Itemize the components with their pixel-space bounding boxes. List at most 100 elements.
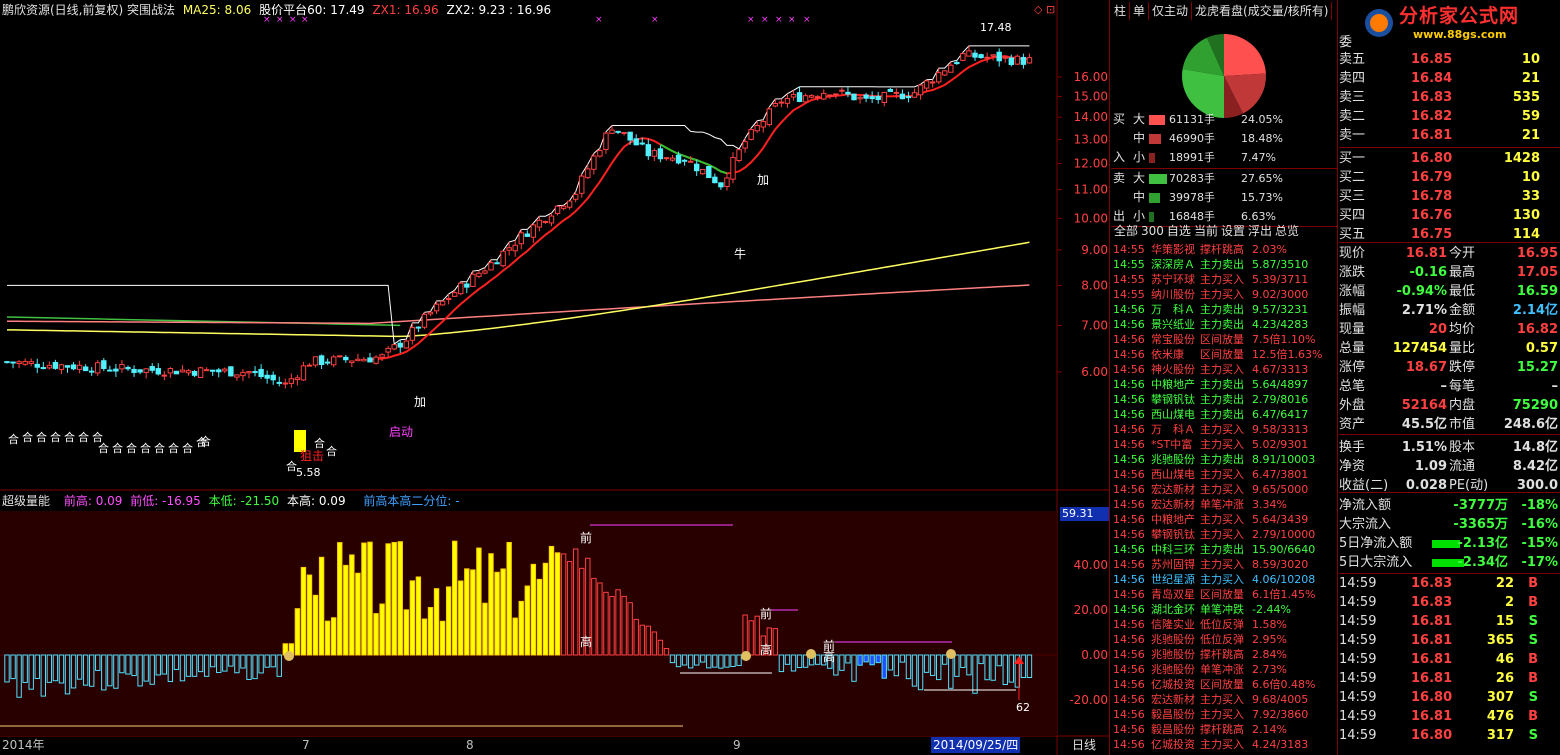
orderbook-row[interactable]: 买一 16.80 1428 <box>1339 149 1560 168</box>
feed-filter-5[interactable]: 浮出 <box>1248 224 1272 238</box>
feed-filter-6[interactable]: 总览 <box>1275 224 1299 238</box>
candle-body <box>76 364 83 370</box>
feed-row[interactable]: 14:56 湖北金环 单笔冲跌 -2.44% <box>1111 602 1337 617</box>
feed-row[interactable]: 14:56 信隆实业 低位反弹 1.58% <box>1111 617 1337 632</box>
feed-row[interactable]: 14:56 宏达新材 主力买入 9.68/4005 <box>1111 692 1337 707</box>
kline-chart-pane[interactable]: 16.00 15.00 14.00 13.00 12.00 11.00 10.00 9.00 8… <box>0 0 1110 755</box>
quote-key: 量比 <box>1449 341 1476 356</box>
feed-row[interactable]: 14:55 深深房Ａ 主力卖出 5.87/3510 <box>1111 257 1337 272</box>
feed-row[interactable]: 14:55 纳川股份 主力买入 9.02/3000 <box>1111 287 1337 302</box>
candle-body <box>978 54 984 59</box>
feed-row[interactable]: 14:56 西山煤电 主力买入 6.47/3801 <box>1111 467 1337 482</box>
candle-body <box>681 159 688 162</box>
he-label: 合 <box>140 441 151 455</box>
volume-energy-bar <box>294 608 301 656</box>
period-label[interactable]: 日线 <box>1072 737 1096 753</box>
feed-row[interactable]: 14:56 景兴纸业 主力卖出 4.23/4283 <box>1111 317 1337 332</box>
feed-row[interactable]: 14:56 世纪星源 主力买入 4.06/10208 <box>1111 572 1337 587</box>
feed-row[interactable]: 14:56 *ST中富 主力买入 5.02/9301 <box>1111 437 1337 452</box>
tick-row[interactable]: 14:59 16.80 317 S <box>1339 726 1560 745</box>
mid-tab-1[interactable]: 单 <box>1130 2 1150 20</box>
feed-filter-3[interactable]: 当前 <box>1194 224 1218 238</box>
chart-corner-icons[interactable]: ◇ ⊡ <box>1034 2 1055 18</box>
orderbook-row[interactable]: 买四 16.76 130 <box>1339 206 1560 225</box>
feed-row[interactable]: 14:55 华策影视 撑杆跳高 2.03% <box>1111 242 1337 257</box>
order-level: 买一 <box>1339 151 1366 166</box>
feed-row[interactable]: 14:56 神火股份 主力买入 4.67/3313 <box>1111 362 1337 377</box>
feed-row[interactable]: 14:56 宏达新材 单笔冲涨 3.34% <box>1111 497 1337 512</box>
feed-value: 2.79/8016 <box>1252 393 1309 406</box>
orderbook-row[interactable]: 卖一 16.81 21 <box>1339 126 1560 145</box>
feed-filter-0[interactable]: 全部 <box>1114 224 1138 238</box>
quote-row: 现价 16.81 今开 16.95 <box>1339 244 1560 263</box>
feed-row[interactable]: 14:56 攀钢钒钛 主力卖出 2.79/8016 <box>1111 392 1337 407</box>
feed-event: 主力买入 <box>1200 558 1244 571</box>
feed-row[interactable]: 14:56 攀钢钒钛 主力买入 2.79/10000 <box>1111 527 1337 542</box>
feed-row[interactable]: 14:56 万 科Ａ 主力卖出 9.57/3231 <box>1111 302 1337 317</box>
tick-row[interactable]: 14:59 16.81 26 B <box>1339 669 1560 688</box>
feed-event: 单笔冲涨 <box>1200 663 1244 676</box>
chart-canvas[interactable]: 16.00 15.00 14.00 13.00 12.00 11.00 10.00 9.00 8… <box>0 0 1110 755</box>
tick-row[interactable]: 14:59 16.81 46 B <box>1339 650 1560 669</box>
candle-body <box>863 94 869 99</box>
orderbook-row[interactable]: 卖二 16.82 59 <box>1339 107 1560 126</box>
orderbook-row[interactable]: 卖三 16.83 535 <box>1339 88 1560 107</box>
tick-row[interactable]: 14:59 16.81 15 S <box>1339 612 1560 631</box>
feed-row[interactable]: 14:56 万 科Ａ 主力买入 9.58/3313 <box>1111 422 1337 437</box>
alert-feed[interactable]: 14:55 华策影视 撑杆跳高 2.03% 14:55 深深房Ａ 主力卖出 5.87/3510… <box>1111 242 1337 752</box>
tick-row[interactable]: 14:59 16.80 307 S <box>1339 688 1560 707</box>
orderbook-row[interactable]: 卖四 16.84 21 <box>1339 69 1560 88</box>
feed-row[interactable]: 14:56 西山煤电 主力卖出 6.47/6417 <box>1111 407 1337 422</box>
feed-filter-2[interactable]: 自选 <box>1167 224 1191 238</box>
feed-row[interactable]: 14:56 兆驰股份 单笔冲涨 2.73% <box>1111 662 1337 677</box>
candle-body <box>857 96 863 100</box>
feed-filter-1[interactable]: 300 <box>1141 224 1164 238</box>
feed-row[interactable]: 14:56 毅昌股份 撑杆跳高 2.14% <box>1111 722 1337 737</box>
orderbook-row[interactable]: 卖五 16.85 10 <box>1339 50 1560 69</box>
quote-key: 今开 <box>1449 246 1476 261</box>
orderbook-row[interactable]: 买二 16.79 10 <box>1339 168 1560 187</box>
tick-row[interactable]: 14:59 16.83 2 B <box>1339 593 1560 612</box>
feed-row[interactable]: 14:56 中科三环 主力卖出 15.90/6640 <box>1111 542 1337 557</box>
feed-row[interactable]: 14:56 宏达新材 主力买入 9.65/5000 <box>1111 482 1337 497</box>
order-volume: 21 <box>1521 128 1540 143</box>
feed-row[interactable]: 14:56 青岛双星 区间放量 6.1倍1.45% <box>1111 587 1337 602</box>
feed-stock: 毅昌股份 <box>1151 708 1195 721</box>
feed-row[interactable]: 14:56 亿城投资 主力买入 4.24/3183 <box>1111 737 1337 752</box>
mid-tab-bar: 柱单仅主动 龙虎看盘(成交量/核所有) <box>1111 2 1337 20</box>
order-level: 卖一 <box>1339 128 1366 143</box>
feed-row[interactable]: 14:56 苏州固锝 主力买入 8.59/3020 <box>1111 557 1337 572</box>
price-axis-label: 14.00 <box>1074 110 1108 124</box>
price-axis-label: 11.00 <box>1074 183 1108 197</box>
feed-row[interactable]: 14:56 依米康 区间放量 12.5倍1.63% <box>1111 347 1337 362</box>
mid-tab-3[interactable]: 龙虎看盘(成交量/核所有) <box>1192 2 1333 20</box>
feed-row[interactable]: 14:56 兆驰股份 主力卖出 8.91/10003 <box>1111 452 1337 467</box>
feed-row[interactable]: 14:56 亿城投资 区间放量 6.6倍0.48% <box>1111 677 1337 692</box>
feed-row[interactable]: 14:55 苏宁环球 主力买入 5.39/3711 <box>1111 272 1337 287</box>
mid-tab-0[interactable]: 柱 <box>1111 2 1131 20</box>
candle-body <box>343 356 349 361</box>
feed-row[interactable]: 14:56 常宝股份 区间放量 7.5倍1.10% <box>1111 332 1337 347</box>
orderbook-row[interactable]: 买三 16.78 33 <box>1339 187 1560 206</box>
feed-row[interactable]: 14:56 中粮地产 主力卖出 5.64/4897 <box>1111 377 1337 392</box>
candle-body <box>609 129 615 134</box>
tick-row[interactable]: 14:59 16.83 22 B <box>1339 574 1560 593</box>
flow-bar <box>1149 153 1155 163</box>
tick-row[interactable]: 14:59 16.81 476 B <box>1339 707 1560 726</box>
flow-side: 买 <box>1113 112 1126 126</box>
feed-row[interactable]: 14:56 兆驰股份 低位反弹 2.95% <box>1111 632 1337 647</box>
feed-value: 9.68/4005 <box>1252 693 1309 706</box>
candle-body <box>222 368 228 372</box>
tick-row[interactable]: 14:59 16.81 365 S <box>1339 631 1560 650</box>
tick-side: B <box>1528 709 1538 724</box>
price-axis-label: 6.00 <box>1081 365 1108 379</box>
candle-body <box>173 370 180 375</box>
feed-row[interactable]: 14:56 毅昌股份 主力买入 7.92/3860 <box>1111 707 1337 722</box>
mid-tab-2[interactable]: 仅主动 <box>1149 2 1193 20</box>
candle-body <box>536 219 543 228</box>
volume-energy-bar <box>331 617 337 656</box>
feed-filter-4[interactable]: 设置 <box>1221 224 1245 238</box>
feed-row[interactable]: 14:56 兆驰股份 撑杆跳高 2.84% <box>1111 647 1337 662</box>
volume-energy-bar <box>379 603 385 656</box>
feed-row[interactable]: 14:56 中粮地产 主力买入 5.64/3439 <box>1111 512 1337 527</box>
